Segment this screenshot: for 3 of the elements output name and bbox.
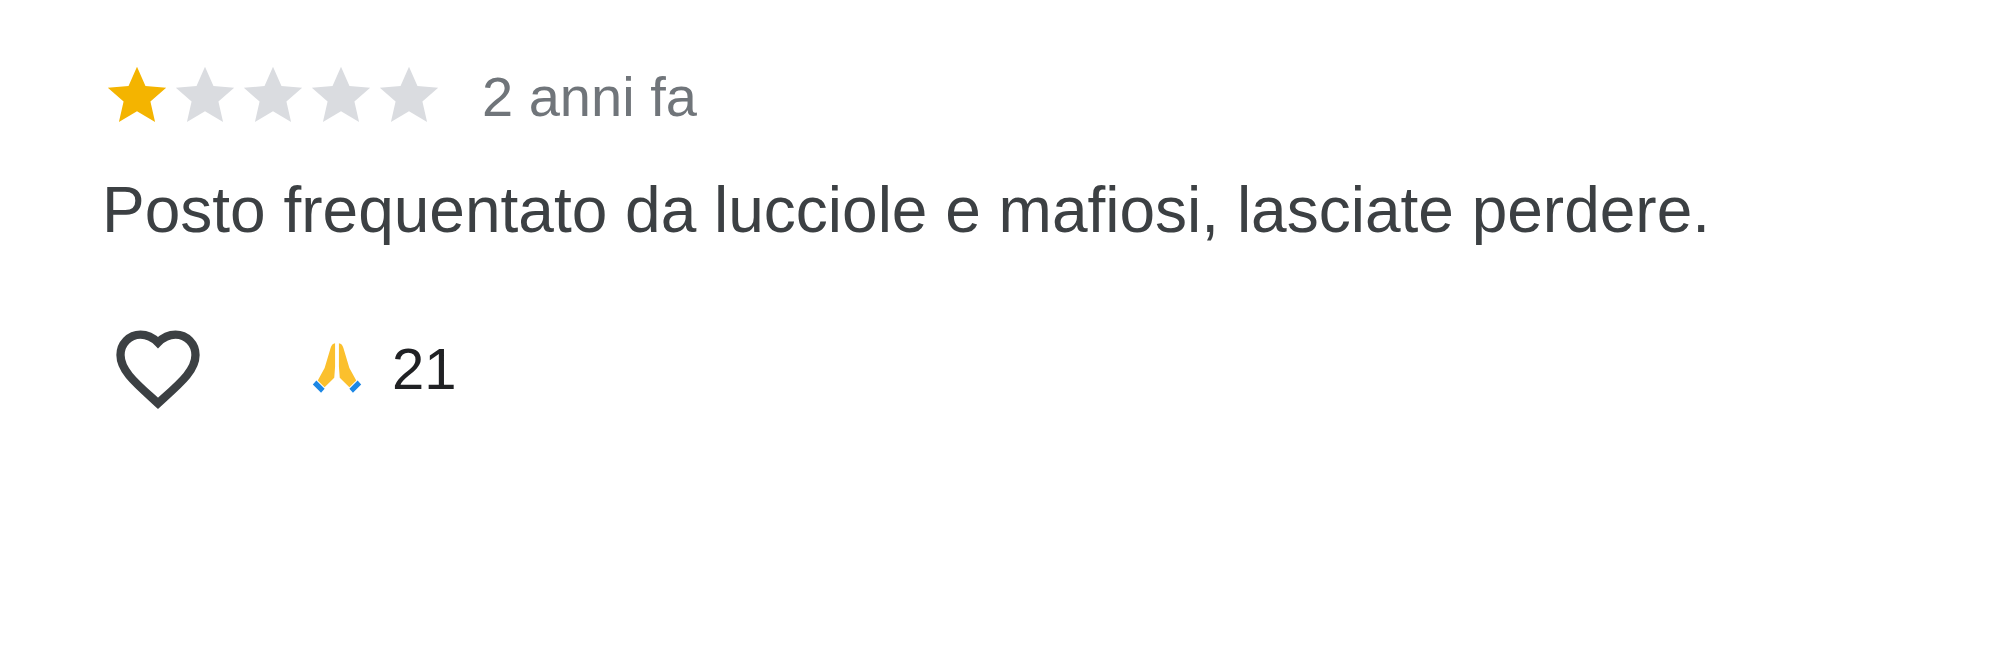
reaction-button[interactable]: 21 bbox=[304, 334, 457, 402]
review-time: 2 anni fa bbox=[482, 63, 697, 129]
review-text: Posto frequentato da lucciole e mafiosi, lasciate perdere. bbox=[102, 173, 1712, 248]
